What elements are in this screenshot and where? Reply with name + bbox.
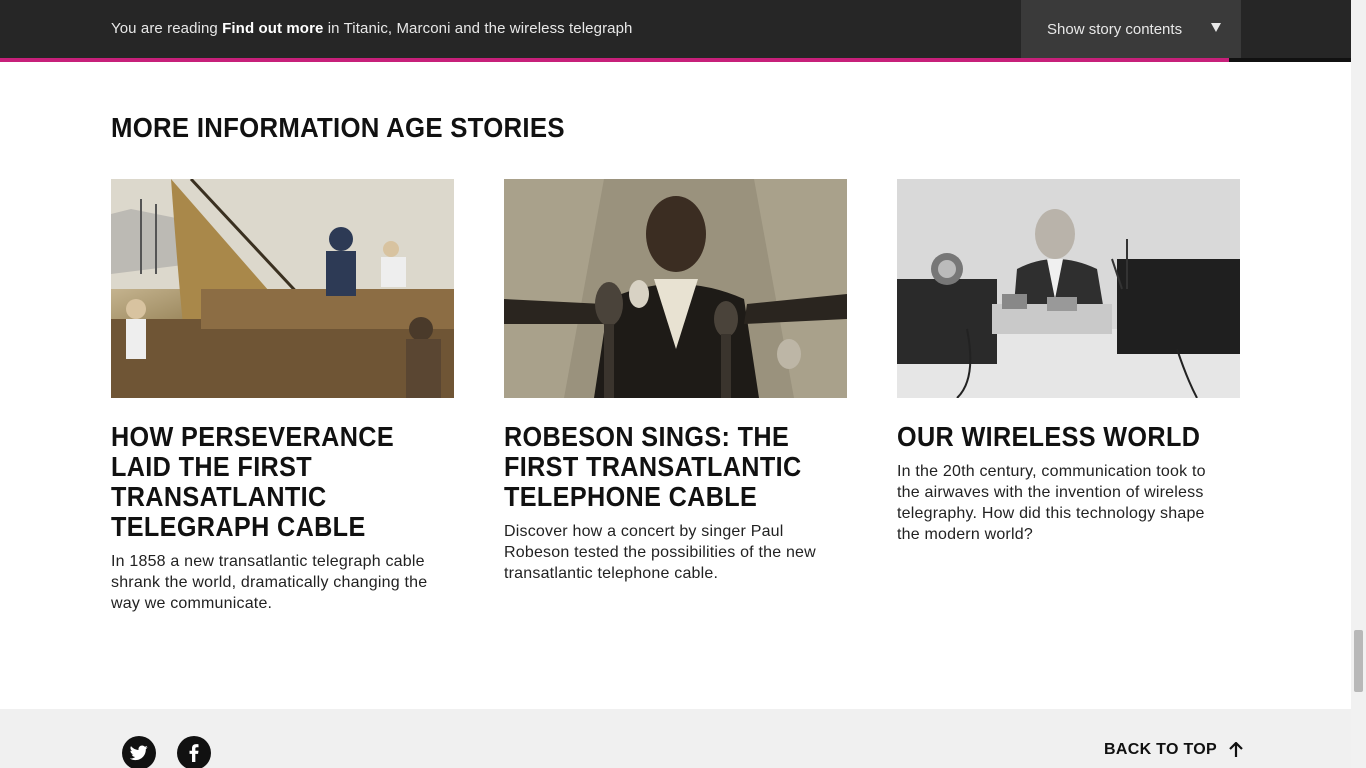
arrow-up-icon (1229, 742, 1243, 757)
cable-laying-illustration (111, 179, 454, 398)
story-card-headline[interactable]: HOW PERSEVERANCE LAID THE FIRST TRANSATL… (111, 422, 444, 542)
story-card[interactable]: ROBESON SINGS: THE FIRST TRANSATLANTIC T… (504, 179, 847, 584)
story-card-link[interactable]: HOW PERSEVERANCE LAID THE FIRST TRANSATL… (111, 421, 394, 542)
section-title: MORE INFORMATION AGE STORIES (111, 112, 565, 143)
wireless-operator-photo (897, 179, 1240, 398)
reading-status: You are reading Find out more in Titanic… (111, 20, 633, 37)
show-story-contents-label: Show story contents (1047, 20, 1183, 38)
scrollbar-thumb[interactable] (1354, 630, 1363, 692)
story-card-image[interactable] (897, 179, 1240, 398)
twitter-share-button[interactable] (122, 736, 156, 768)
back-to-top-button[interactable]: BACK TO TOP (1104, 741, 1243, 759)
story-card-image[interactable] (504, 179, 847, 398)
reading-current-section: Find out more (222, 20, 324, 37)
facebook-icon (189, 744, 199, 762)
story-card-headline[interactable]: ROBESON SINGS: THE FIRST TRANSATLANTIC T… (504, 422, 837, 512)
twitter-icon (130, 745, 148, 761)
singer-photo (504, 179, 847, 398)
show-story-contents-button[interactable]: Show story contents (1021, 0, 1241, 58)
story-card[interactable]: HOW PERSEVERANCE LAID THE FIRST TRANSATL… (111, 179, 454, 614)
reading-bar: You are reading Find out more in Titanic… (0, 0, 1351, 58)
reading-progress-bar (0, 58, 1351, 62)
reading-story-name: in Titanic, Marconi and the wireless tel… (327, 20, 633, 37)
story-card-description: In 1858 a new transatlantic telegraph ca… (111, 553, 428, 612)
scrollbar[interactable] (1351, 0, 1366, 768)
facebook-share-button[interactable] (177, 736, 211, 768)
story-card-link[interactable]: OUR WIRELESS WORLD (897, 421, 1200, 452)
story-card-image[interactable] (111, 179, 454, 398)
story-card-description: Discover how a concert by singer Paul Ro… (504, 523, 816, 582)
reading-prefix: You are reading (111, 20, 218, 37)
back-to-top-label: BACK TO TOP (1104, 741, 1217, 758)
reading-progress-fill (0, 58, 1230, 62)
story-card[interactable]: OUR WIRELESS WORLD In the 20th century, … (897, 179, 1240, 545)
story-card-link[interactable]: ROBESON SINGS: THE FIRST TRANSATLANTIC T… (504, 421, 802, 512)
story-card-headline[interactable]: OUR WIRELESS WORLD (897, 422, 1230, 452)
chevron-down-icon (1211, 23, 1221, 32)
story-card-description: In the 20th century, communication took … (897, 463, 1206, 543)
